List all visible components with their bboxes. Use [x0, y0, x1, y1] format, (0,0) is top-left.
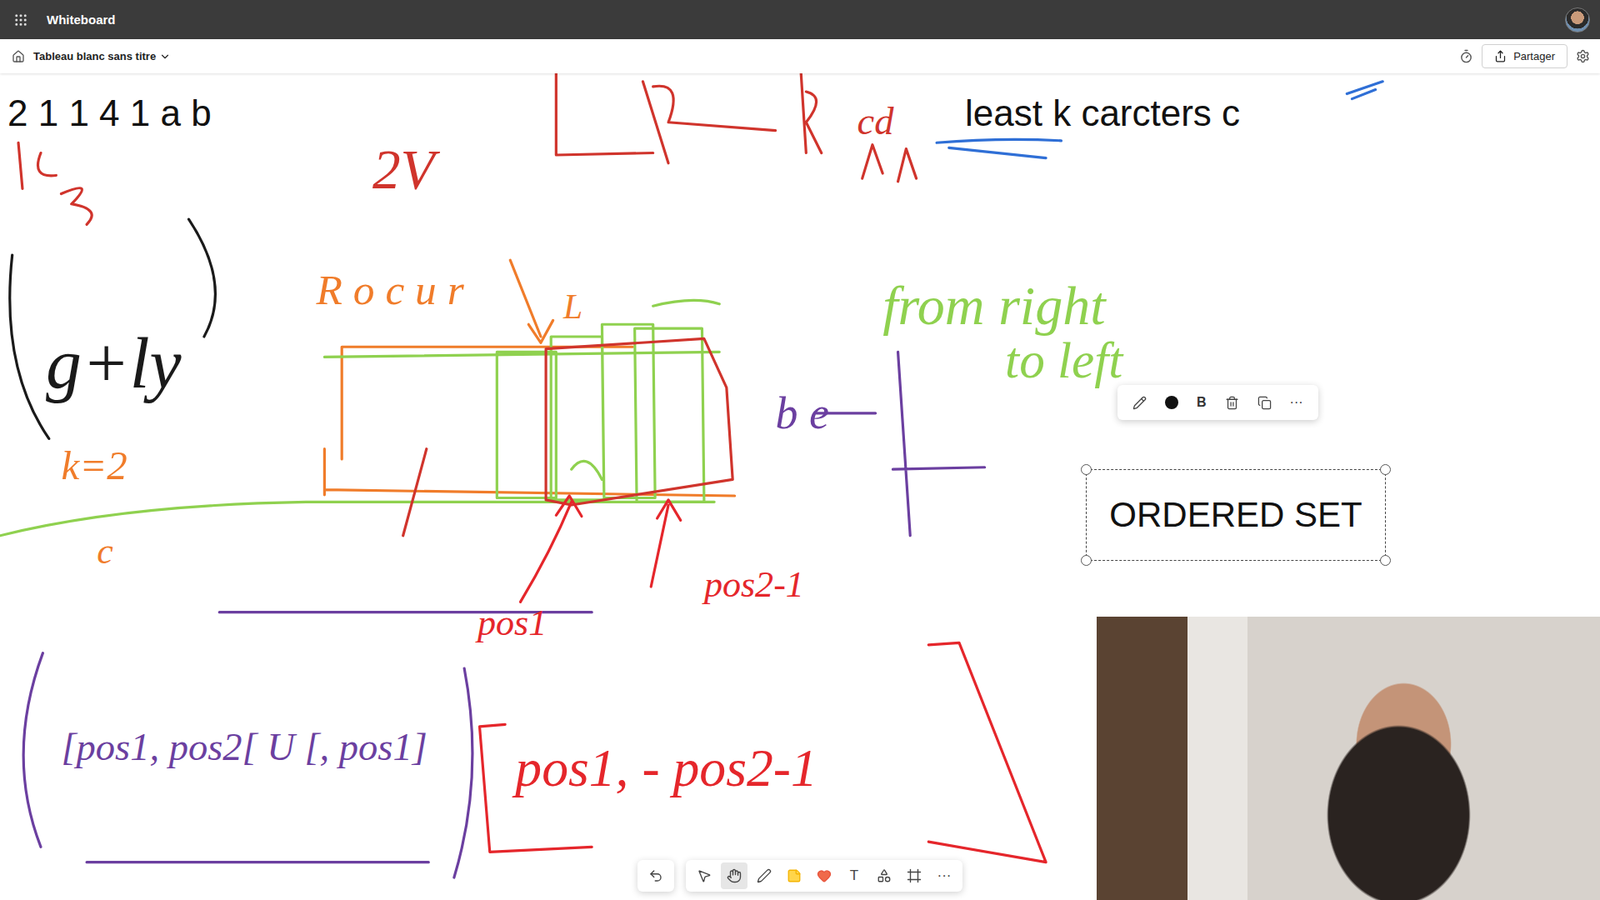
- text-box[interactable]: least k carcters c: [964, 91, 1241, 135]
- ink-label[interactable]: R o c u r: [315, 265, 465, 314]
- text-box[interactable]: ORDERED SET: [1085, 469, 1386, 561]
- settings-button[interactable]: [1575, 49, 1590, 64]
- app-launcher[interactable]: [13, 12, 29, 28]
- ink-stroke[interactable]: [650, 500, 681, 587]
- pointer-icon: [696, 868, 712, 884]
- home-icon: [11, 50, 25, 64]
- ink-stroke[interactable]: [510, 260, 553, 343]
- ink-stroke[interactable]: [23, 653, 473, 878]
- ink-label[interactable]: [pos1, pos2[ U [, pos1]: [60, 725, 427, 769]
- grid-icon: [13, 12, 29, 28]
- resize-handle[interactable]: [1080, 555, 1092, 566]
- webcam-video: [1096, 616, 1600, 900]
- tool-button[interactable]: ···: [930, 862, 958, 890]
- ink-label[interactable]: pos2-1: [701, 564, 805, 605]
- tool-button[interactable]: [870, 862, 898, 890]
- timer-icon: [1459, 49, 1474, 64]
- bold-button[interactable]: B: [1196, 395, 1207, 410]
- tool-button[interactable]: [720, 862, 748, 890]
- whiteboard-canvas[interactable]: 2V cd R o c u r Lk=2 c g+ly from rightto left b…: [0, 73, 1600, 900]
- ink-stroke[interactable]: [571, 300, 720, 480]
- bottom-toolbar: T ···: [637, 860, 963, 892]
- resize-handle[interactable]: [1380, 464, 1391, 475]
- ink-label[interactable]: L: [562, 287, 583, 326]
- undo-group: [637, 860, 675, 892]
- timer-button[interactable]: [1459, 49, 1474, 64]
- ink-label[interactable]: to left: [1005, 331, 1125, 389]
- tool-button[interactable]: [810, 862, 838, 890]
- ink-label[interactable]: c: [96, 530, 114, 572]
- pencil-icon[interactable]: [1132, 395, 1147, 410]
- ink-stroke[interactable]: [403, 449, 427, 536]
- ink-stroke[interactable]: [18, 142, 92, 225]
- resize-handle[interactable]: [1080, 464, 1092, 475]
- ink-label[interactable]: pos1, - pos2-1: [511, 738, 817, 798]
- whiteboard-app: Whiteboard Tableau blanc sans titre Partag…: [0, 0, 1600, 900]
- ink-stroke[interactable]: [936, 81, 1383, 159]
- user-avatar[interactable]: [1565, 7, 1590, 33]
- trash-icon[interactable]: [1225, 395, 1240, 410]
- pen-icon: [756, 868, 772, 884]
- frame-icon: [906, 868, 922, 884]
- ink-stroke[interactable]: [555, 73, 653, 155]
- heart-icon: [816, 868, 832, 884]
- ink-stroke[interactable]: [862, 145, 917, 182]
- ink-stroke[interactable]: [816, 351, 985, 535]
- text-box[interactable]: 2 1 1 4 1 a b: [6, 91, 213, 135]
- ink-stroke[interactable]: [324, 346, 735, 496]
- tool-button[interactable]: [750, 862, 778, 890]
- tool-button[interactable]: T: [840, 862, 868, 890]
- gear-icon: [1575, 49, 1590, 64]
- tool-label: T: [850, 867, 859, 885]
- board-bar: Tableau blanc sans titre Partager: [0, 39, 1600, 74]
- ink-label[interactable]: cd: [857, 100, 895, 143]
- ink-label[interactable]: from right: [882, 275, 1107, 336]
- tool-label: ···: [937, 867, 952, 885]
- ink-stroke[interactable]: [545, 338, 733, 505]
- app-bar: Whiteboard: [0, 0, 1600, 40]
- copy-icon[interactable]: [1257, 395, 1272, 410]
- app-title: Whiteboard: [46, 12, 1547, 27]
- tool-group: T ···: [685, 860, 963, 892]
- chevron-down-icon: [159, 50, 171, 63]
- context-toolbar: B ···: [1117, 385, 1319, 420]
- sticky-note-icon: [786, 868, 802, 884]
- color-dot[interactable]: [1165, 395, 1179, 410]
- ink-stroke[interactable]: [800, 73, 821, 154]
- tool-button[interactable]: [690, 862, 718, 890]
- ink-label[interactable]: k=2: [60, 442, 127, 489]
- ink-label[interactable]: pos1: [475, 602, 547, 644]
- ink-stroke[interactable]: [642, 81, 775, 164]
- ink-label[interactable]: 2V: [372, 138, 441, 201]
- share-label: Partager: [1513, 50, 1555, 63]
- share-button[interactable]: Partager: [1481, 44, 1568, 69]
- tool-button[interactable]: [900, 862, 928, 890]
- more-button[interactable]: ···: [1290, 395, 1304, 410]
- hand-icon: [726, 868, 742, 884]
- tool-button[interactable]: [780, 862, 808, 890]
- tool-button[interactable]: [642, 862, 670, 890]
- ink-stroke[interactable]: [10, 219, 216, 439]
- home-button[interactable]: [11, 50, 25, 64]
- undo-icon: [648, 868, 664, 884]
- board-title: Tableau blanc sans titre: [33, 50, 156, 63]
- ink-label[interactable]: b e: [775, 388, 830, 439]
- share-icon: [1494, 50, 1507, 63]
- resize-handle[interactable]: [1380, 555, 1391, 566]
- ink-stroke[interactable]: [520, 495, 581, 602]
- ink-label[interactable]: g+ly: [45, 324, 183, 404]
- ink-stroke[interactable]: [480, 642, 1047, 862]
- shapes-icon: [876, 868, 892, 884]
- board-name[interactable]: Tableau blanc sans titre: [33, 50, 1451, 63]
